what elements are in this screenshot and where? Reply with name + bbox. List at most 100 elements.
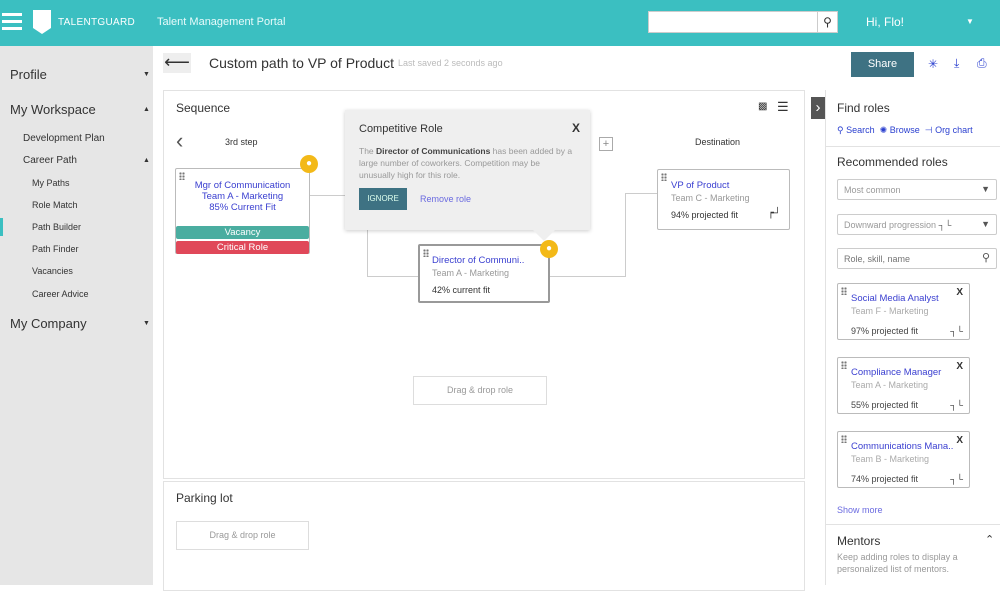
close-icon[interactable]: X	[956, 287, 963, 298]
chevron-down-icon[interactable]: ▼	[143, 320, 150, 327]
sidebar-profile[interactable]: Profile	[10, 67, 47, 82]
share-button[interactable]: Share	[851, 52, 914, 77]
close-icon[interactable]: X	[572, 121, 580, 135]
drag-handle-icon[interactable]	[841, 287, 847, 295]
browse-link[interactable]: ✺ Browse	[880, 125, 920, 135]
step-role-card[interactable]: Mgr of Communication Team A - Marketing …	[175, 168, 310, 254]
mentors-title: Mentors	[837, 534, 881, 548]
upward-step-icon: ┍┘	[767, 208, 781, 219]
destination-role-card[interactable]: VP of Product Team C - Marketing 94% pro…	[657, 169, 790, 230]
close-icon[interactable]: X	[956, 361, 963, 372]
role-title: Mgr of Communication	[194, 180, 291, 191]
sidebar-role-match[interactable]: Role Match	[32, 200, 78, 210]
vacancy-badge: Vacancy	[176, 226, 309, 239]
drag-handle-icon[interactable]	[423, 249, 429, 257]
popup-text: The Director of Communications has been …	[359, 145, 574, 181]
role-title: Director of Communi..	[432, 255, 525, 266]
chevron-up-icon[interactable]: ▲	[143, 157, 150, 164]
back-button[interactable]: ⟵	[163, 53, 191, 73]
search-icon[interactable]: ⚲	[817, 12, 837, 32]
chevron-up-icon[interactable]: ▲	[143, 106, 150, 113]
chevron-up-icon[interactable]: ⌃	[985, 533, 994, 546]
sidebar-career-path[interactable]: Career Path	[23, 155, 77, 166]
sidebar: Profile ▼ My Workspace ▲ Development Plan …	[0, 46, 153, 585]
chevron-down-icon[interactable]: ▼	[143, 71, 150, 78]
user-greeting[interactable]: Hi, Flo!	[866, 15, 904, 29]
sidebar-workspace[interactable]: My Workspace	[10, 102, 96, 117]
progression-select[interactable]: Downward progression ┐└ ▼	[837, 214, 997, 235]
chevron-down-icon: ▼	[981, 219, 990, 229]
header-search[interactable]: ⚲	[648, 11, 838, 33]
search-link-label: Search	[846, 125, 875, 135]
popup-title: Competitive Role	[359, 123, 443, 135]
role-fit: 55% projected fit	[851, 400, 919, 410]
list-view-icon[interactable]: ☰	[777, 99, 789, 115]
find-roles-title: Find roles	[837, 101, 890, 115]
role-fit: 97% projected fit	[851, 326, 919, 336]
lightbulb-icon[interactable]: ●	[540, 240, 558, 258]
search-icon[interactable]: ⚲	[982, 251, 990, 264]
sidebar-company[interactable]: My Company	[10, 316, 87, 331]
role-team: Team F - Marketing	[851, 306, 929, 316]
role-fit: 94% projected fit	[671, 210, 739, 220]
drag-handle-icon[interactable]	[179, 172, 185, 180]
recommended-role-card[interactable]: Communications Mana.. Team B - Marketing 7…	[837, 431, 970, 488]
downward-step-icon: ┐└	[950, 326, 963, 336]
remove-role-link[interactable]: Remove role	[420, 194, 471, 204]
find-roles-links: ⚲ Search ✺ Browse ⊣ Org chart	[837, 125, 973, 136]
role-team: Team A - Marketing	[201, 191, 284, 202]
chevron-down-icon[interactable]: ▼	[966, 17, 974, 26]
hide-icon[interactable]: ✳	[928, 57, 938, 71]
drag-handle-icon[interactable]	[661, 173, 667, 181]
parking-drag-drop-area[interactable]: Drag & drop role	[176, 521, 309, 550]
recommended-roles-title: Recommended roles	[837, 155, 948, 169]
sort-value: Most common	[844, 185, 901, 195]
role-search-input[interactable]	[838, 249, 968, 268]
grid-view-icon[interactable]: ▩	[758, 101, 767, 112]
recommended-role-card[interactable]: Compliance Manager Team A - Marketing 55% …	[837, 357, 970, 414]
sidebar-vacancies[interactable]: Vacancies	[32, 266, 73, 276]
role-fit: 85% Current Fit	[209, 202, 276, 213]
role-team: Team A - Marketing	[432, 268, 510, 278]
chevron-down-icon: ▼	[981, 184, 990, 194]
sidebar-path-finder[interactable]: Path Finder	[32, 244, 79, 254]
show-more-link[interactable]: Show more	[837, 505, 883, 515]
download-icon[interactable]: ⤓	[954, 56, 959, 71]
sort-select[interactable]: Most common ▼	[837, 179, 997, 200]
sidebar-path-builder[interactable]: Path Builder	[32, 222, 81, 232]
menu-icon[interactable]	[2, 13, 22, 31]
portal-title: Talent Management Portal	[157, 16, 286, 28]
drag-handle-icon[interactable]	[841, 361, 847, 369]
drag-handle-icon[interactable]	[841, 435, 847, 443]
competitive-role-popup: Competitive Role X The Director of Commu…	[345, 110, 590, 241]
role-search-field[interactable]: ⚲	[837, 248, 997, 269]
page-title: Custom path to VP of Product	[209, 55, 394, 71]
header-search-input[interactable]	[649, 12, 814, 32]
role-team: Team A - Marketing	[851, 380, 929, 390]
drag-drop-area[interactable]: Drag & drop role	[413, 376, 547, 405]
sidebar-career-advice[interactable]: Career Advice	[32, 289, 89, 299]
print-icon[interactable]: ⎙	[977, 56, 987, 71]
recommended-role-card[interactable]: Social Media Analyst Team F - Marketing 97…	[837, 283, 970, 340]
role-team: Team C - Marketing	[671, 193, 750, 203]
collapse-panel-button[interactable]: ›	[811, 97, 825, 119]
sidebar-my-paths[interactable]: My Paths	[32, 178, 70, 188]
step-label: 3rd step	[225, 137, 258, 147]
downward-step-icon: ┐└	[950, 400, 963, 410]
mentors-text: Keep adding roles to display a personali…	[837, 552, 958, 574]
org-chart-link[interactable]: ⊣ Org chart	[925, 125, 973, 135]
director-role-card[interactable]: Director of Communi.. Team A - Marketing…	[418, 244, 550, 303]
role-fit: 74% projected fit	[851, 474, 919, 484]
last-saved: Last saved 2 seconds ago	[398, 58, 503, 68]
destination-label: Destination	[695, 137, 741, 147]
parking-lot-title: Parking lot	[176, 491, 233, 505]
add-step-button[interactable]: +	[599, 137, 613, 151]
search-link[interactable]: ⚲ Search	[837, 125, 875, 135]
lightbulb-icon[interactable]: ●	[300, 155, 318, 173]
browse-link-label: Browse	[889, 125, 920, 135]
role-title: VP of Product	[671, 180, 730, 191]
sidebar-development-plan[interactable]: Development Plan	[23, 133, 105, 144]
chevron-left-icon[interactable]: ‹	[176, 128, 183, 154]
close-icon[interactable]: X	[956, 435, 963, 446]
ignore-button[interactable]: IGNORE	[359, 188, 407, 210]
